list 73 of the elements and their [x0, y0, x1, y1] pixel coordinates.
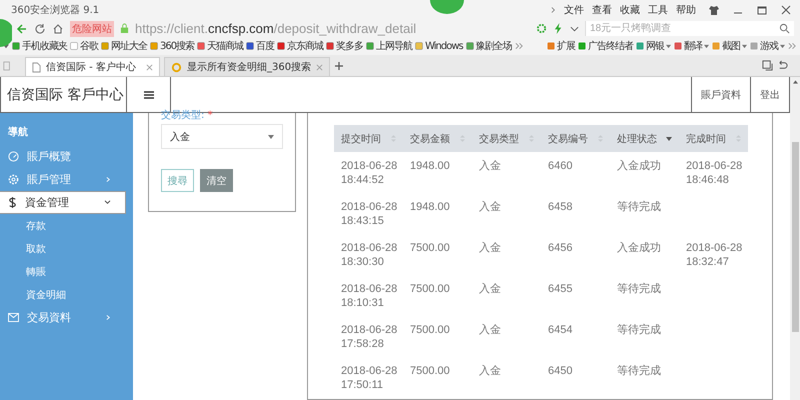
toolbar-button[interactable]: 网银	[646, 39, 664, 53]
table-cell: 6460	[548, 159, 572, 173]
search-box[interactable]: 18元一只烤鸭调查	[585, 21, 794, 36]
table-cell: 7500.00	[410, 241, 450, 255]
table-cell: 入金	[479, 364, 501, 378]
danger-badge: 危险网站	[70, 20, 114, 36]
column-header[interactable]: 提交时间	[334, 125, 403, 152]
bookmark-link[interactable]: 上网导航	[376, 39, 412, 53]
header-link[interactable]: 賬戶資料	[691, 77, 750, 112]
toolbar-button[interactable]: 广告终结者	[588, 39, 633, 53]
menu-item[interactable]: 查看	[592, 3, 612, 17]
bookmark-link[interactable]: 天猫商城	[207, 39, 244, 53]
toolbar-button[interactable]: 截图	[722, 39, 740, 53]
header-link[interactable]: 登出	[750, 77, 789, 112]
sidebar-item[interactable]: 資金管理	[0, 191, 126, 214]
table-cell: 2018-06-28 18:43:15	[341, 200, 398, 228]
table-cell: 入金	[479, 159, 501, 173]
bookmark-link[interactable]: 豫剧全场	[476, 39, 512, 53]
bookmark-link[interactable]: 京东商城	[287, 39, 324, 53]
menu-item[interactable]: 帮助	[676, 3, 696, 17]
table-cell: 等待完成	[617, 282, 661, 296]
table-cell: 6450	[548, 364, 572, 378]
bookmark-link[interactable]: 网址大全	[111, 39, 147, 53]
table-cell: 7500.00	[410, 364, 450, 378]
table-cell: 入金成功	[617, 241, 661, 255]
table-cell: 入金	[479, 282, 501, 296]
table-cell: 入金	[479, 200, 501, 214]
table-cell: 入金	[479, 241, 501, 255]
table-cell: 2018-06-28 18:46:48	[686, 159, 743, 187]
bookmark-link[interactable]: 手机收藏夹	[22, 39, 67, 53]
toolbar-button[interactable]: 翻译	[684, 39, 702, 53]
toolbar-button[interactable]: 游戏	[760, 39, 778, 53]
menu-item[interactable]: 工具	[648, 3, 668, 17]
table-cell: 等待完成	[617, 323, 661, 337]
table-cell: 入金	[479, 323, 501, 337]
menu-item[interactable]: 文件	[564, 3, 584, 17]
column-header[interactable]: 完成时间	[679, 125, 748, 152]
table-cell: 2018-06-28 18:32:47	[686, 241, 743, 269]
table-cell: 6454	[548, 323, 572, 337]
browser-title: 360安全浏览器 9.1	[11, 4, 100, 17]
table-cell: 7500.00	[410, 323, 450, 337]
column-header[interactable]: 交易金额	[403, 125, 472, 152]
bookmark-link[interactable]: 奖多多	[336, 39, 364, 53]
table-cell: 入金成功	[617, 159, 661, 173]
column-header[interactable]: 处理状态	[610, 125, 679, 152]
browser-tab[interactable]: 显示所有资金明细_360搜索	[164, 57, 330, 76]
bookmark-link[interactable]: 360搜索	[160, 39, 194, 53]
table-cell: 6456	[548, 241, 572, 255]
field-label: 交易类型: *	[161, 110, 213, 122]
table-cell: 6455	[548, 282, 572, 296]
browser-tab[interactable]: 信资国际 - 客户中心	[25, 57, 160, 76]
sidebar-heading: 導航	[7, 125, 29, 140]
table-cell: 6458	[548, 200, 572, 214]
type-select[interactable]: 入金	[161, 124, 283, 149]
table-cell: 7500.00	[410, 282, 450, 296]
bookmark-link[interactable]: Windows	[425, 40, 463, 52]
table-cell: 2018-06-28 18:10:31	[341, 282, 398, 310]
bookmark-link[interactable]: 谷歌	[80, 39, 98, 53]
table-cell: 2018-06-28 18:30:30	[341, 241, 398, 269]
column-header[interactable]: 交易编号	[541, 125, 610, 152]
url-field[interactable]: https://client.cncfsp.com/deposit_withdraw_detail	[135, 21, 530, 36]
column-header[interactable]: 交易类型	[472, 125, 541, 152]
menu-item[interactable]: 收藏	[620, 3, 640, 17]
table-cell: 2018-06-28 17:50:11	[341, 364, 398, 392]
table-cell: 1948.00	[410, 159, 450, 173]
table-cell: 等待完成	[617, 200, 661, 214]
search-field[interactable]: 18元一只烤鸭调查	[590, 23, 779, 34]
table-cell: 等待完成	[617, 364, 661, 378]
table-cell: 2018-06-28 17:58:28	[341, 323, 398, 351]
table-cell: 1948.00	[410, 200, 450, 214]
table-cell: 2018-06-28 18:44:52	[341, 159, 398, 187]
toolbar-button[interactable]: 扩展	[557, 39, 575, 53]
bookmark-link[interactable]: 百度	[256, 39, 274, 53]
